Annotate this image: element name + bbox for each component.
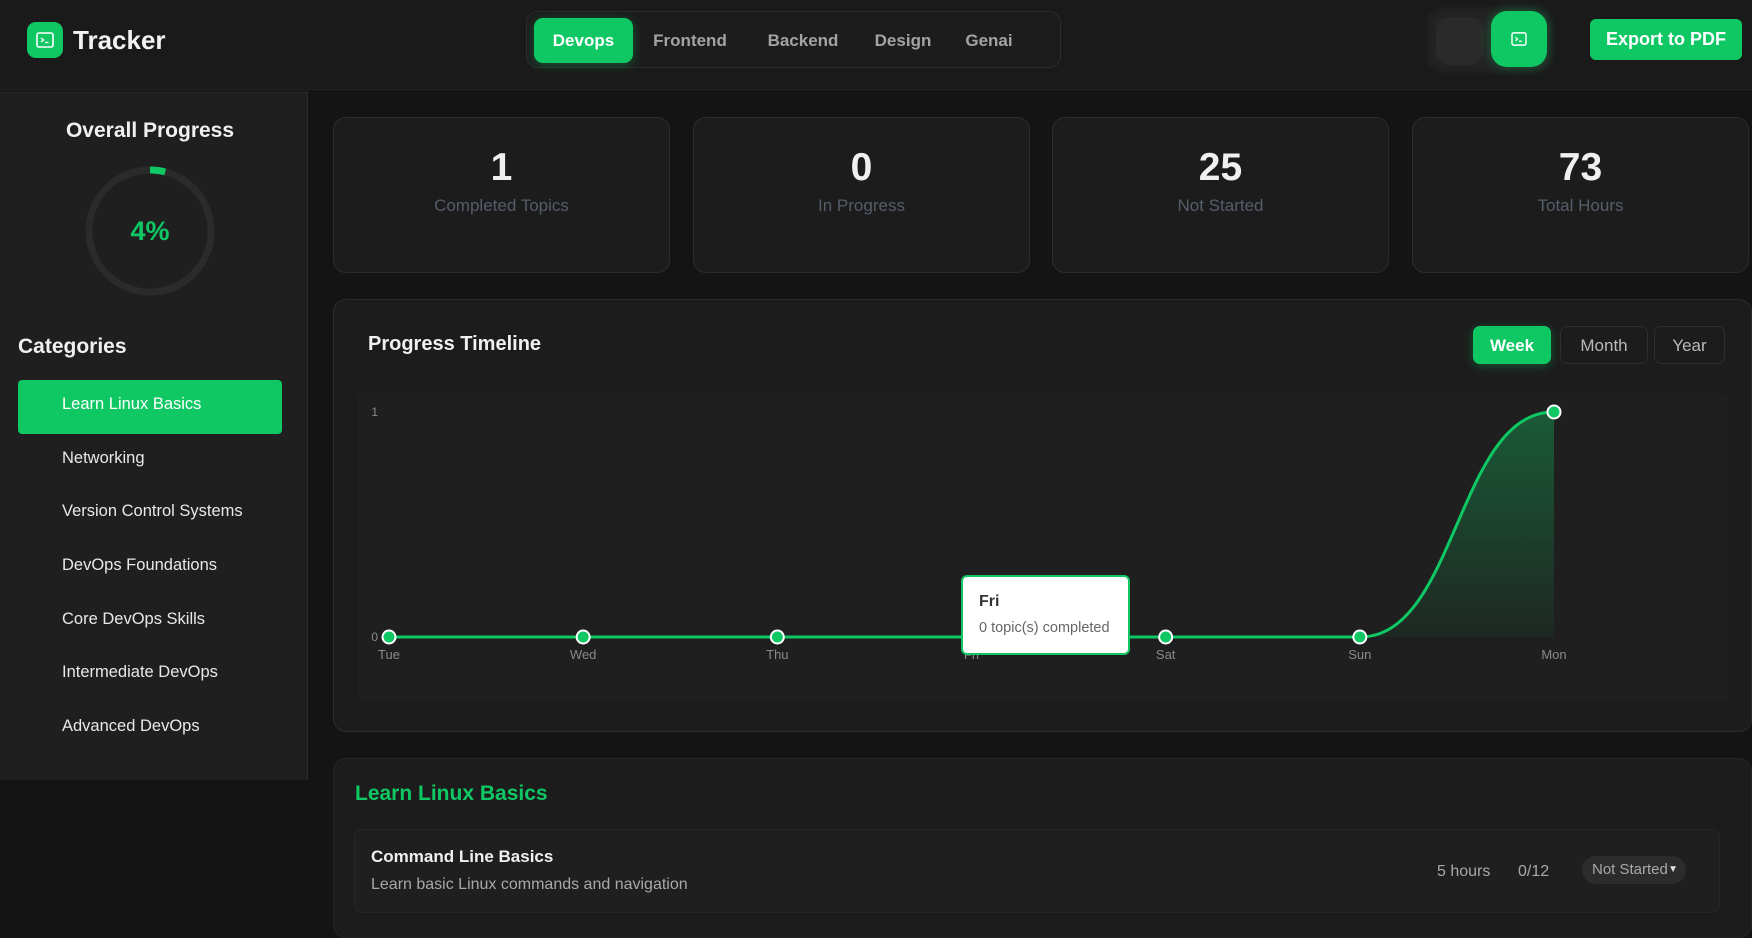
category-list: Learn Linux Basics Networking Version Co…	[18, 380, 282, 756]
stat-value: 1	[490, 146, 513, 189]
topic-name: Command Line Basics	[371, 847, 554, 866]
category-item-intermediate-devops[interactable]: Intermediate DevOps	[18, 648, 282, 702]
x-tick-label: Sun	[1348, 647, 1371, 662]
tab-backend[interactable]: Backend	[753, 18, 853, 63]
terminal-icon[interactable]	[1491, 11, 1547, 67]
x-tick-label: Tue	[378, 647, 400, 662]
stat-card-total-hours: 73 Total Hours	[1412, 117, 1749, 273]
progress-percent: 4%	[130, 216, 170, 246]
category-item-learn-linux-basics[interactable]: Learn Linux Basics	[18, 380, 282, 434]
y-tick-label: 0	[371, 630, 378, 644]
app-title: Tracker	[73, 24, 166, 55]
categories-title: Categories	[18, 335, 127, 358]
range-month-button[interactable]: Month	[1560, 326, 1648, 364]
y-tick-label: 1	[371, 405, 378, 419]
stat-card-in-progress: 0 In Progress	[693, 117, 1030, 273]
chevron-down-icon: ▼	[1668, 864, 1678, 875]
stat-card-completed: 1 Completed Topics	[333, 117, 670, 273]
app-header: Tracker Devops Frontend Backend Design G…	[0, 0, 1752, 90]
topic-description: Learn basic Linux commands and navigatio…	[371, 876, 688, 893]
chart-point-sun[interactable]	[1352, 629, 1368, 645]
stat-value: 25	[1198, 146, 1243, 189]
view-toggle[interactable]	[1424, 5, 1554, 75]
stat-value: 0	[850, 146, 873, 189]
x-tick-label: Mon	[1541, 647, 1566, 662]
tooltip-title: Fri	[979, 593, 1000, 610]
stat-label: In Progress	[818, 196, 905, 215]
tab-frontend[interactable]: Frontend	[640, 18, 740, 63]
status-select[interactable]: Not Started ▼	[1582, 856, 1686, 884]
chart-point-tue[interactable]	[381, 629, 397, 645]
section-title: Learn Linux Basics	[355, 782, 548, 805]
x-tick-label: Thu	[766, 647, 788, 662]
toggle-off-option[interactable]	[1436, 17, 1484, 65]
chart-tooltip: Fri 0 topic(s) completed	[961, 575, 1130, 655]
progress-timeline-card: Progress Timeline Week Month Year 0 1 Tue…	[333, 299, 1752, 732]
status-select-value: Not Started	[1592, 861, 1668, 878]
range-year-button[interactable]: Year	[1654, 326, 1725, 364]
chart-point-wed[interactable]	[575, 629, 591, 645]
overall-progress-title: Overall Progress	[65, 119, 235, 142]
category-item-networking[interactable]: Networking	[18, 434, 282, 488]
category-section: Learn Linux Basics Command Line Basics L…	[333, 758, 1752, 938]
stat-label: Not Started	[1177, 196, 1264, 215]
stat-card-not-started: 25 Not Started	[1052, 117, 1389, 273]
app-logo[interactable]: Tracker	[27, 22, 166, 58]
chart-point-mon[interactable]	[1546, 404, 1562, 420]
sidebar: Overall Progress 4% Categories Learn Lin…	[0, 91, 308, 780]
terminal-icon	[27, 22, 63, 58]
tab-design[interactable]: Design	[863, 18, 943, 63]
category-item-version-control-systems[interactable]: Version Control Systems	[18, 487, 282, 541]
stat-label: Total Hours	[1537, 196, 1624, 215]
topic-hours: 5 hours	[1437, 863, 1491, 880]
stat-label: Completed Topics	[434, 196, 569, 215]
category-item-core-devops-skills[interactable]: Core DevOps Skills	[18, 595, 282, 649]
range-week-button[interactable]: Week	[1473, 326, 1551, 364]
topic-progress-count: 0/12	[1518, 863, 1550, 880]
category-item-advanced-devops[interactable]: Advanced DevOps	[18, 702, 282, 756]
chart-point-sat[interactable]	[1158, 629, 1174, 645]
x-tick-label: Wed	[570, 647, 597, 662]
track-tabs: Devops Frontend Backend Design Genai	[526, 11, 1061, 68]
tab-devops[interactable]: Devops	[534, 18, 633, 63]
timeline-title: Progress Timeline	[368, 333, 542, 355]
export-pdf-button[interactable]: Export to PDF	[1590, 19, 1742, 60]
tab-genai[interactable]: Genai	[954, 18, 1024, 63]
topic-row[interactable]: Command Line Basics Learn basic Linux co…	[354, 829, 1720, 913]
chart-point-thu[interactable]	[769, 629, 785, 645]
tooltip-text: 0 topic(s) completed	[979, 620, 1110, 636]
category-item-devops-foundations[interactable]: DevOps Foundations	[18, 541, 282, 595]
x-tick-label: Sat	[1156, 647, 1176, 662]
stat-value: 73	[1558, 146, 1603, 189]
